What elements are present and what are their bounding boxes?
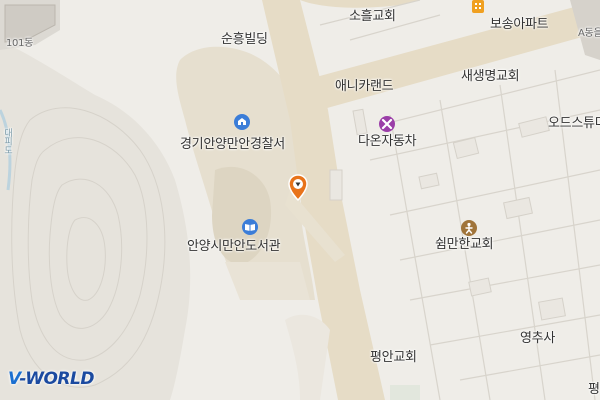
label-soheul-church[interactable]: 소흘교회 — [349, 10, 396, 23]
label-soonheung-building[interactable]: 순흥빌딩 — [221, 33, 268, 46]
label-annie-candy[interactable]: 애니카랜드 — [335, 80, 394, 93]
label-a-dong[interactable]: A동을 — [578, 29, 600, 39]
police-icon[interactable] — [233, 113, 251, 131]
label-daon-motors[interactable]: 다온자동차 — [358, 135, 417, 148]
label-pyeongan-church[interactable]: 평안교회 — [370, 351, 417, 364]
label-bosong-apartment[interactable]: 보송아파트 — [490, 18, 549, 31]
vworld-watermark: V-WORLD — [8, 369, 94, 389]
repair-icon[interactable] — [378, 115, 396, 133]
label-library[interactable]: 안양시만안도서관 — [187, 240, 281, 253]
label-police-station[interactable]: 경기안양만안경찰서 — [180, 138, 285, 151]
church-icon[interactable] — [460, 219, 478, 237]
label-corner: 평 — [588, 382, 600, 397]
apartment-icon[interactable] — [470, 0, 486, 14]
label-swimanhan-church[interactable]: 쉼만한교회 — [435, 238, 494, 251]
location-marker-icon[interactable] — [287, 174, 309, 202]
label-building-101: 101동 — [6, 38, 34, 49]
label-yeongchusa[interactable]: 영추사 — [520, 332, 555, 345]
map-view[interactable]: 101동 대피도 순흥빌딩 소흘교회 보송아파트 A동을 애니카랜드 새생명교회… — [0, 0, 600, 400]
label-saesaengmyeong-church[interactable]: 새생명교회 — [461, 70, 520, 83]
library-icon[interactable] — [241, 218, 259, 236]
label-left-edge: 대피도 — [2, 128, 12, 155]
label-ods-studio[interactable]: 오드스튜디 — [548, 117, 600, 130]
